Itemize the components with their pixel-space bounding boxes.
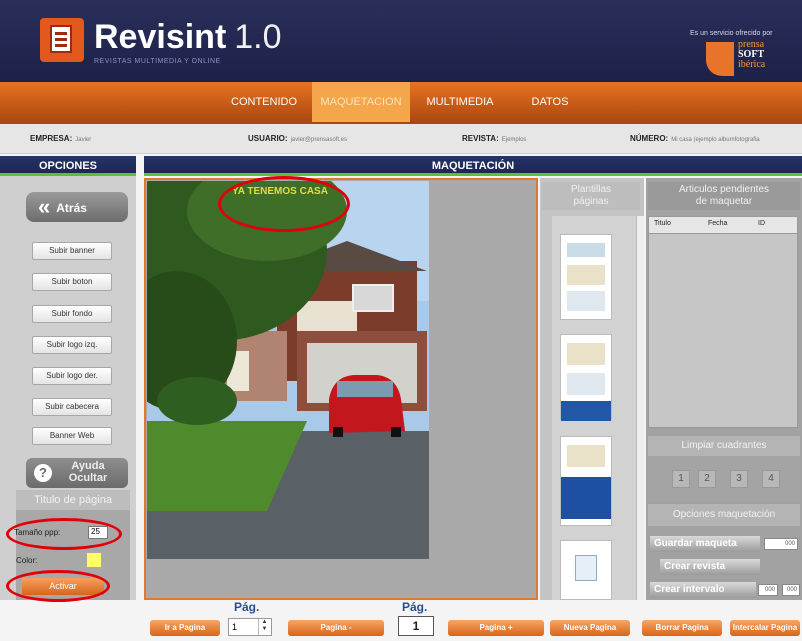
subir-banner-button[interactable]: Subir banner [32, 242, 112, 260]
subir-logo-izq-button[interactable]: Subir logo izq. [32, 336, 112, 354]
intervalo-to-input[interactable]: 000 [782, 584, 800, 596]
opciones-heading: OPCIONES [0, 156, 136, 176]
guardar-maqueta-input[interactable]: 000 [764, 538, 798, 550]
color-label: Color: [16, 556, 38, 565]
tamano-label: Tamaño ppp: [14, 528, 61, 537]
articulos-line-1: Articulos pendientes [678, 184, 770, 195]
column-fecha[interactable]: Fecha [708, 220, 727, 227]
plantillas-heading: Plantillas páginas [542, 182, 640, 210]
ayuda-label: Ayuda Ocultar [68, 460, 108, 484]
chevron-up-icon[interactable]: ▲ [259, 619, 270, 626]
prensasoft-logo-text: prensa SOFT ibérica [738, 40, 765, 70]
tamano-input[interactable]: 25 [88, 526, 108, 539]
template-thumbnail[interactable] [560, 436, 612, 526]
plantillas-scrollbar[interactable] [636, 216, 644, 600]
template-thumbnail[interactable] [560, 540, 612, 600]
prensasoft-logo-icon [706, 42, 734, 76]
house-photo[interactable] [147, 181, 429, 559]
pag-label: Pág. [234, 600, 260, 614]
ir-a-pagina-button[interactable]: Ir a Pagina [150, 620, 220, 636]
double-chevron-left-icon: « [38, 194, 51, 219]
limpiar-heading: Limpiar cuadrantes [648, 436, 800, 456]
column-id[interactable]: ID [758, 220, 765, 227]
template-thumbnail[interactable] [560, 234, 612, 320]
color-swatch[interactable] [86, 552, 102, 568]
ayuda-ocultar-button[interactable]: ? Ayuda Ocultar [26, 458, 128, 488]
cuadrante-2-button[interactable]: 2 [698, 470, 716, 488]
current-pag-label: Pág. [402, 600, 428, 614]
brand-version: 1.0 [234, 18, 282, 56]
cuadrante-1-button[interactable]: 1 [672, 470, 690, 488]
plantillas-line-1: Plantillas [570, 184, 612, 195]
subir-boton-button[interactable]: Subir boton [32, 273, 112, 291]
back-button[interactable]: « Atrás [26, 192, 128, 222]
tab-datos[interactable]: DATOS [515, 82, 585, 122]
articulos-heading: Articulos pendientes de maquetar [648, 182, 800, 210]
template-thumbnail[interactable] [560, 334, 612, 421]
titulo-pagina-heading: Titulo de página [16, 490, 130, 510]
banner-web-button[interactable]: Banner Web [32, 427, 112, 445]
column-titulo[interactable]: Titulo [654, 220, 671, 227]
tab-multimedia[interactable]: MULTIMEDIA [414, 82, 506, 122]
pagina-next-button[interactable]: Pagina + [448, 620, 544, 636]
activar-button[interactable]: Activar [22, 578, 104, 595]
page-stepper[interactable]: ▲ ▼ [258, 619, 270, 635]
intervalo-from-input[interactable]: 000 [758, 584, 778, 596]
pagina-prev-button[interactable]: Pagina - [288, 620, 384, 636]
brand-name: Revisint [94, 18, 227, 56]
intercalar-pagina-button[interactable]: Intercalar Pagina [730, 620, 800, 636]
subir-fondo-button[interactable]: Subir fondo [32, 305, 112, 323]
subir-logo-der-button[interactable]: Subir logo der. [32, 367, 112, 385]
partner-line-3: ibérica [738, 59, 766, 70]
articulos-line-2: de maquetar [695, 196, 753, 207]
empresa-info: EMPRESA: Javier [30, 134, 92, 143]
usuario-info: USUARIO: javier@prensasoft.es [248, 134, 348, 143]
plantillas-line-2: páginas [573, 196, 609, 207]
revista-info: REVISTA: Ejemplos [462, 134, 527, 143]
revisint-logo-icon [40, 18, 84, 62]
cuadrante-4-button[interactable]: 4 [762, 470, 780, 488]
nueva-pagina-button[interactable]: Nueva Pagina [550, 620, 630, 636]
service-note: Es un servicio ofrecido por [690, 30, 773, 37]
current-page-number: 1 [398, 616, 434, 636]
photo-title[interactable]: YA TENEMOS CASA [232, 186, 328, 197]
app-title: Revisint 1.0 [94, 18, 282, 57]
cuadrante-3-button[interactable]: 3 [730, 470, 748, 488]
crear-revista-button[interactable]: Crear revista [660, 559, 760, 575]
articulos-table[interactable] [648, 216, 798, 428]
opciones-maquetacion-heading: Opciones maquetación [648, 504, 800, 526]
tab-contenido[interactable]: CONTENIDO [222, 82, 306, 122]
back-label: Atrás [56, 201, 87, 215]
app-tagline: REVISTAS MULTIMEDIA Y ONLINE [94, 58, 221, 65]
borrar-pagina-button[interactable]: Borrar Pagina [642, 620, 722, 636]
maquetacion-heading: MAQUETACIÓN [144, 156, 802, 176]
house-photo-image [147, 181, 429, 559]
guardar-maqueta-button[interactable]: Guardar maqueta [650, 536, 760, 552]
chevron-down-icon[interactable]: ▼ [259, 626, 270, 633]
numero-info: NÚMERO: Mi casa (ejemplo albumfotografia [630, 134, 760, 143]
help-icon: ? [34, 464, 52, 482]
subir-cabecera-button[interactable]: Subir cabecera [32, 398, 112, 416]
tab-maquetacion[interactable]: MAQUETACION [312, 82, 410, 122]
crear-intervalo-button[interactable]: Crear intervalo [650, 582, 756, 598]
